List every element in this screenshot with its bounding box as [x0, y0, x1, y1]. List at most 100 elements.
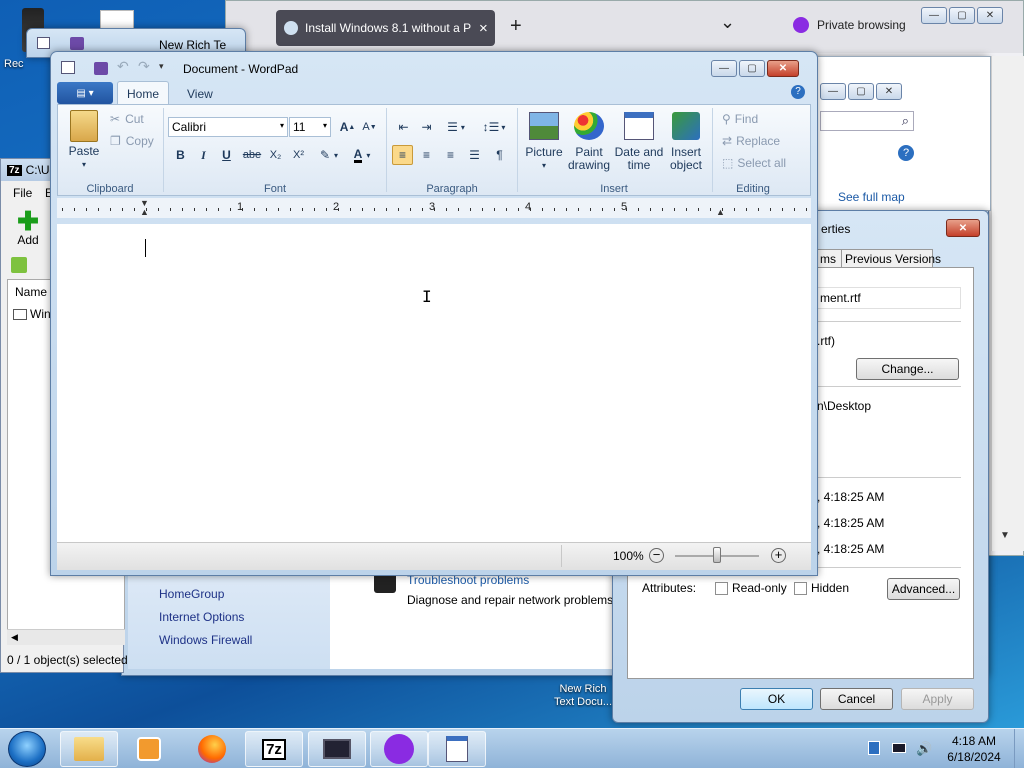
bold-button[interactable]: B	[170, 145, 191, 165]
grow-font-button[interactable]: A ▲	[337, 117, 358, 137]
browser-tab[interactable]: Install Windows 8.1 without a P ×	[276, 10, 495, 46]
change-button[interactable]: Change...	[856, 358, 959, 380]
desktop-icon-new-rtf[interactable]: New Rich Text Docu...	[548, 683, 618, 709]
ok-button[interactable]: OK	[740, 688, 813, 710]
minimize-button[interactable]: —	[711, 60, 737, 77]
clock-time[interactable]: 4:18 AM	[946, 734, 1002, 748]
start-button[interactable]	[8, 731, 46, 767]
tab-close-icon[interactable]: ×	[479, 20, 488, 37]
tray-network-icon[interactable]	[892, 743, 906, 753]
font-family-select[interactable]: Calibri ▾	[168, 117, 288, 137]
nw-search-box[interactable]: ⌕	[820, 111, 914, 131]
readonly-checkbox[interactable]: Read-only	[715, 581, 787, 595]
filename-field[interactable]: ment.rtf	[817, 287, 961, 309]
minimize-button[interactable]: —	[921, 7, 947, 24]
close-button[interactable]: ✕	[977, 7, 1003, 24]
save-icon[interactable]	[94, 62, 108, 75]
maximize-button[interactable]: ▢	[848, 83, 874, 100]
find-button[interactable]: ⚲ Find	[722, 112, 758, 126]
taskbar-firefox[interactable]	[183, 731, 241, 767]
apply-button[interactable]: Apply	[901, 688, 974, 710]
line-spacing-button[interactable]: ↕☰ ▾	[478, 117, 510, 137]
strikethrough-button[interactable]: abe	[240, 145, 264, 165]
bullets-button[interactable]: ☰ ▾	[440, 117, 472, 137]
save-icon[interactable]	[70, 37, 84, 50]
underline-button[interactable]: U	[216, 145, 237, 165]
tab-home[interactable]: Home	[117, 81, 169, 105]
undo-icon[interactable]: ↶	[117, 58, 129, 75]
paint-drawing-button[interactable]: Paint drawing	[566, 112, 612, 172]
advanced-button[interactable]: Advanced...	[887, 578, 960, 600]
redo-icon[interactable]: ↷	[138, 58, 150, 75]
shrink-font-button[interactable]: A ▼	[359, 117, 380, 137]
cancel-button[interactable]: Cancel	[820, 688, 893, 710]
help-icon[interactable]: ?	[898, 145, 914, 161]
right-indent-marker[interactable]: ▲	[716, 207, 725, 217]
column-header-name[interactable]: Name	[15, 285, 47, 299]
taskbar-media-player[interactable]	[120, 731, 178, 767]
show-desktop-button[interactable]	[1014, 729, 1024, 768]
desktop-icon-notepad[interactable]	[100, 10, 134, 30]
zoom-out-icon[interactable]: −	[649, 548, 664, 563]
increase-indent-button[interactable]: ⇥	[416, 117, 437, 137]
left-indent-marker[interactable]: ▼ ▲	[140, 199, 150, 219]
replace-button[interactable]: ⇄ Replace	[722, 134, 780, 148]
paragraph-button[interactable]: ¶	[489, 145, 510, 165]
italic-button[interactable]: I	[193, 145, 214, 165]
align-left-button[interactable]: ≡	[392, 145, 413, 165]
maximize-button[interactable]: ▢	[739, 60, 765, 77]
taskbar-7zip[interactable]: 7z	[245, 731, 303, 767]
tray-volume-icon[interactable]: 🔊	[916, 741, 932, 757]
insert-object-button[interactable]: Insert object	[664, 112, 708, 172]
picture-button[interactable]: Picture ▾	[524, 112, 564, 172]
subscript-button[interactable]: X₂	[265, 145, 286, 165]
zoom-in-icon[interactable]: +	[771, 548, 786, 563]
close-button[interactable]: ✕	[876, 83, 902, 100]
copy-button[interactable]: ❐ Copy	[110, 134, 154, 148]
maximize-button[interactable]: ▢	[949, 7, 975, 24]
see-full-map-link[interactable]: See full map	[838, 190, 905, 204]
clock-date[interactable]: 6/18/2024	[942, 750, 1006, 764]
scroll-left-icon[interactable]: ◀	[11, 632, 18, 643]
tab-previous-versions[interactable]: Previous Versions	[841, 249, 941, 268]
decrease-indent-button[interactable]: ⇤	[393, 117, 414, 137]
close-button[interactable]: ✕	[946, 219, 980, 237]
new-tab-button[interactable]: +	[510, 15, 522, 38]
help-icon[interactable]: ?	[791, 85, 805, 99]
tab-list-dropdown[interactable]: ⌄	[720, 12, 735, 33]
justify-button[interactable]: ☰	[464, 145, 485, 165]
cp-link-windows-firewall[interactable]: Windows Firewall	[159, 633, 252, 647]
qat-dropdown-icon[interactable]: ▾	[159, 61, 164, 72]
superscript-button[interactable]: X²	[288, 145, 309, 165]
tab-view[interactable]: View	[187, 87, 213, 101]
cp-link-internet-options[interactable]: Internet Options	[159, 610, 244, 624]
horizontal-scrollbar[interactable]: ◀	[7, 629, 125, 645]
scroll-down-icon[interactable]: ▼	[1000, 530, 1010, 541]
close-button[interactable]: ✕	[767, 60, 799, 77]
add-button[interactable]: ✚ Add	[13, 208, 43, 247]
align-center-button[interactable]: ≡	[416, 145, 437, 165]
paste-button[interactable]: Paste ▾	[66, 110, 102, 171]
cut-button[interactable]: ✂ Cut	[110, 112, 144, 126]
align-right-button[interactable]: ≡	[440, 145, 461, 165]
menu-file[interactable]: File	[13, 186, 32, 200]
tray-action-center-icon[interactable]	[868, 741, 880, 755]
highlight-color-button[interactable]: ✎ ▾	[313, 145, 345, 165]
hidden-checkbox[interactable]: Hidden	[794, 581, 849, 595]
font-size-select[interactable]: 11 ▾	[289, 117, 331, 137]
tab-general[interactable]: ms	[817, 249, 843, 268]
date-time-button[interactable]: Date and time	[614, 112, 664, 172]
up-folder-icon[interactable]	[11, 257, 27, 273]
taskbar-explorer[interactable]	[60, 731, 118, 767]
list-item[interactable]: Win	[13, 307, 51, 321]
zoom-slider-thumb[interactable]	[713, 547, 721, 563]
taskbar-control-panel[interactable]	[308, 731, 366, 767]
minimize-button[interactable]: —	[820, 83, 846, 100]
document-area[interactable]	[57, 224, 811, 542]
taskbar-firefox-private[interactable]	[370, 731, 428, 767]
text-color-button[interactable]: A ▾	[347, 145, 377, 165]
taskbar-wordpad[interactable]	[428, 731, 486, 767]
select-all-button[interactable]: ⬚ Select all	[722, 156, 786, 170]
cp-link-homegroup[interactable]: HomeGroup	[159, 587, 224, 601]
app-menu-button[interactable]: ▤ ▾	[57, 82, 113, 104]
